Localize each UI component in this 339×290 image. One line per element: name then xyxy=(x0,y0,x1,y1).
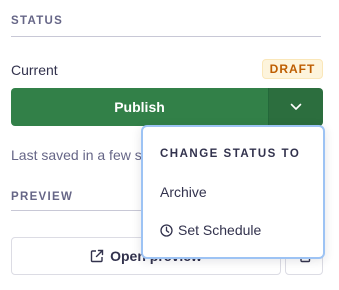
status-badge: DRAFT xyxy=(262,59,323,79)
status-divider xyxy=(11,36,321,37)
menu-item-set-schedule[interactable]: Set Schedule xyxy=(160,222,261,238)
publish-button-group: Publish xyxy=(11,88,323,126)
change-status-heading: CHANGE STATUS TO xyxy=(160,148,301,160)
menu-item-set-schedule-label: Set Schedule xyxy=(178,222,262,238)
publish-options-toggle[interactable] xyxy=(268,88,323,126)
menu-item-archive-label: Archive xyxy=(160,184,207,200)
external-link-icon xyxy=(90,249,104,263)
preview-section-title: PREVIEW xyxy=(11,191,74,203)
status-panel: STATUS Current DRAFT Publish Last saved … xyxy=(0,0,339,290)
status-section-title: STATUS xyxy=(11,15,64,27)
menu-item-archive[interactable]: Archive xyxy=(160,184,207,200)
change-status-menu: CHANGE STATUS TO Archive Set Schedule xyxy=(141,125,325,259)
last-saved-text: Last saved in a few seconds xyxy=(11,147,151,163)
clock-icon xyxy=(160,223,173,237)
chevron-down-icon xyxy=(290,103,302,111)
current-status-label: Current xyxy=(11,62,58,78)
publish-button[interactable]: Publish xyxy=(11,88,268,126)
